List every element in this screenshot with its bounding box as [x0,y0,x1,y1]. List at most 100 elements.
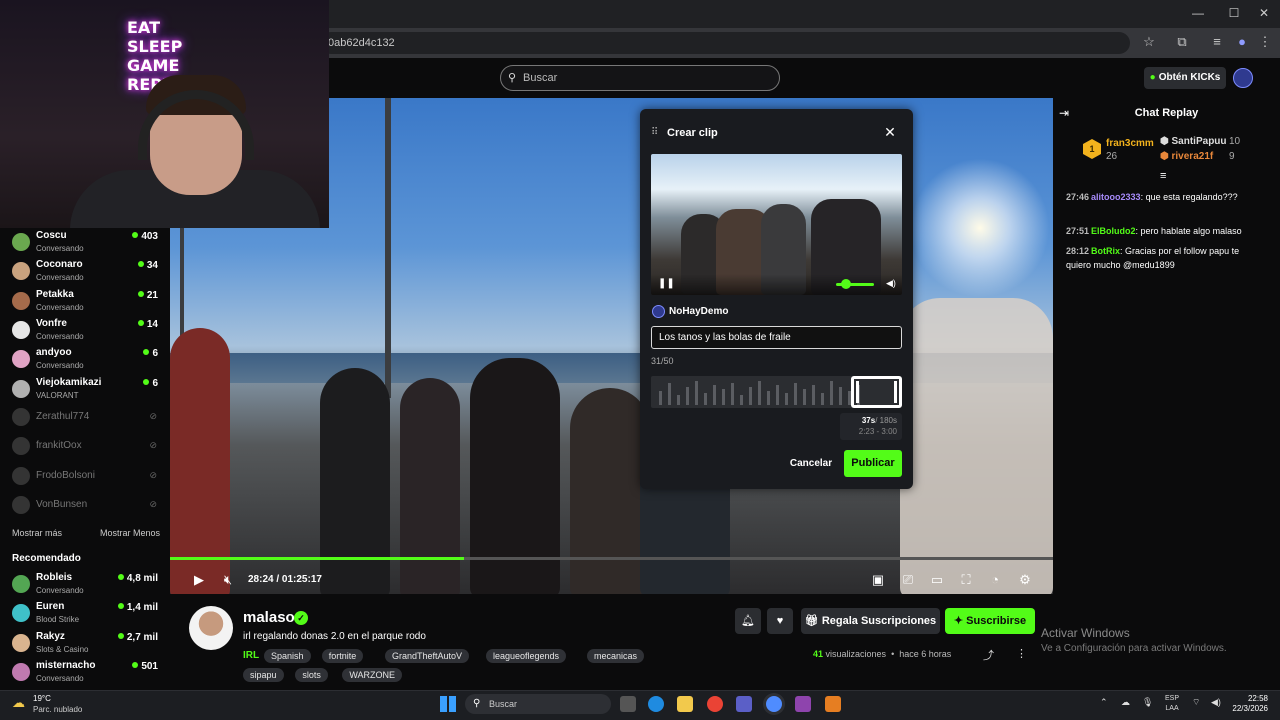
top-gifter-name[interactable]: fran3cmm [1106,138,1154,149]
channel-avatar [12,466,30,485]
cancel-button[interactable]: Cancelar [783,454,839,474]
stream-tag[interactable]: mecanicas [587,649,645,663]
volume-icon[interactable]: ◀) [886,278,896,289]
stream-tag[interactable]: fortnite [321,649,364,663]
channel-avatar [12,575,30,593]
chrome-icon[interactable] [707,696,723,712]
clip-selection-handle[interactable] [851,376,902,408]
channel-avatar [12,604,30,623]
expand-gifters-icon[interactable]: ≡ [1160,170,1166,182]
star-icon: ✦ [953,615,967,627]
close-icon[interactable]: ✕ [882,124,898,141]
chat-username[interactable]: ElBoludo2 [1091,226,1136,236]
sidebar-channel-viejokamikazi[interactable]: Viejokamikazi VALORANT 6 [0,375,170,404]
extensions-icon[interactable]: ⧉ [1173,34,1191,50]
weather-cloud-icon[interactable]: ☁ [12,695,25,711]
microphone-icon[interactable]: 🎙︎ [1142,697,1153,708]
reading-list-icon[interactable]: ≡ [1208,34,1226,49]
tray-chevron-icon[interactable]: ⌃ [1100,697,1108,708]
play-icon[interactable]: ▶ [190,572,208,588]
channel-viewers: 6 [143,348,158,359]
publish-button[interactable]: Publicar [844,450,902,477]
stream-tag[interactable]: leagueoflegends [486,649,567,663]
sidebar-channel-frankitoox[interactable]: frankitOox ⊘ [0,432,170,461]
clip-preview-controls: ❚❚ ◀) [651,274,902,295]
sidebar-channel-vonbunsen[interactable]: VonBunsen ⊘ [0,491,170,520]
sidebar-channel-robleis[interactable]: Robleis Conversando 4,8 mil [0,570,170,599]
more-options-icon[interactable]: ⋮ [1016,647,1027,660]
stream-tag[interactable]: Spanish [264,649,311,663]
sidebar-channel-petakka[interactable]: Petakka Conversando 21 [0,287,170,316]
pause-icon[interactable]: ❚❚ [658,278,675,289]
theater-mode-icon[interactable]: ▭ [928,572,946,588]
settings-gear-icon[interactable]: ⚙ [1016,572,1034,588]
edge-browser-icon[interactable] [648,696,664,712]
sidebar-channel-misternacho[interactable]: misternacho Conversando 501 [0,658,170,687]
clip-preview[interactable]: ❚❚ ◀) [651,154,902,295]
maximize-button[interactable]: ☐ [1224,6,1244,20]
bookmark-star-icon[interactable]: ☆ [1140,34,1158,50]
stream-category[interactable]: IRL [243,650,259,661]
second-gifter-name[interactable]: ⬢ SantiPapuu [1160,136,1227,147]
sidebar-channel-zerathul774[interactable]: Zerathul774 ⊘ [0,403,170,432]
subscribe-button[interactable]: ✦ Suscribirse [945,608,1035,634]
drag-handle-icon[interactable]: ⠿ [651,127,658,138]
sidebar-channel-andyoo[interactable]: andyoo Conversando 6 [0,345,170,374]
tray-cloud-icon[interactable]: ☁ [1121,697,1130,708]
site-search-input[interactable]: ⚲ Buscar [500,65,780,91]
fullscreen-icon[interactable]: ⛶ [957,572,975,588]
app-icon[interactable] [795,696,811,712]
address-bar[interactable]: 0ab62d4c132 [320,32,1130,54]
stream-tag[interactable]: slots [295,668,328,682]
show-less-link[interactable]: Mostrar Menos [100,528,160,538]
app-icon[interactable] [825,696,841,712]
clip-title-input[interactable]: Los tanos y las bolas de fraile [651,326,902,349]
wifi-icon[interactable]: ⌔ [1192,697,1200,708]
channel-viewers: 14 [137,319,158,330]
sidebar-channel-rakyz[interactable]: Rakyz Slots & Casino 2,7 mil [0,629,170,658]
browser-menu-icon[interactable]: ⋮ [1256,34,1274,50]
mute-icon[interactable]: 🔇︎ [219,572,237,588]
get-kicks-button[interactable]: ● Obtén KICKs [1144,67,1226,89]
language-indicator[interactable]: ESP LAA [1165,694,1179,714]
windows-start-icon[interactable] [440,696,456,712]
search-placeholder: Buscar [523,72,558,84]
user-avatar[interactable] [1233,68,1253,88]
streamer-avatar[interactable] [189,606,233,650]
sidebar-channel-vonfre[interactable]: Vonfre Conversando 14 [0,316,170,345]
volume-slider-knob[interactable] [841,279,851,289]
task-view-icon[interactable] [620,696,636,712]
streamer-name[interactable]: malaso [243,609,295,626]
taskbar-search[interactable]: ⚲ Buscar [465,694,611,714]
profile-icon[interactable]: ● [1233,34,1251,49]
chat-username[interactable]: BotRix [1091,246,1120,256]
sidebar-channel-coconaro[interactable]: Coconaro Conversando 34 [0,257,170,286]
speaker-icon[interactable]: ◀) [1211,697,1221,708]
follow-heart-icon[interactable]: ♥ [767,608,793,634]
stream-tag[interactable]: sipapu [243,668,284,682]
taskbar-clock[interactable]: 22:58 22/3/2026 [1230,694,1268,714]
file-explorer-icon[interactable] [677,696,693,712]
stream-tag[interactable]: WARZONE [342,668,403,682]
third-gifter-name[interactable]: ⬢ rivera21f [1160,151,1213,162]
teams-icon[interactable] [736,696,752,712]
miniplayer-icon[interactable]: ▣ [869,572,887,588]
selection-left-handle[interactable] [856,381,859,403]
close-window-button[interactable]: ✕ [1254,6,1274,20]
selection-right-handle[interactable] [894,381,897,403]
sidebar-channel-euren[interactable]: Euren Blood Strike 1,4 mil [0,599,170,628]
gift-subs-button[interactable]: 🎁︎ Regala Suscripciones [801,608,940,634]
channel-name: Coscu [36,230,67,241]
notification-bell-icon[interactable]: 🔔︎ [735,608,761,634]
chrome-active-icon[interactable] [766,696,782,712]
sidebar-channel-coscu[interactable]: Coscu Conversando 403 [0,228,170,257]
speed-icon[interactable]: ◔ [986,572,1004,587]
share-icon[interactable]: ⤴ [983,647,994,663]
channel-avatar [12,495,30,514]
minimize-button[interactable]: — [1188,6,1208,20]
stream-tag[interactable]: GrandTheftAutoV [385,649,470,663]
clip-icon[interactable]: ⎚ [899,572,917,588]
show-more-link[interactable]: Mostrar más [12,528,62,538]
sidebar-channel-frodobolsoni[interactable]: FrodoBolsoni ⊘ [0,462,170,491]
chat-username[interactable]: alitooo2333 [1091,192,1141,202]
